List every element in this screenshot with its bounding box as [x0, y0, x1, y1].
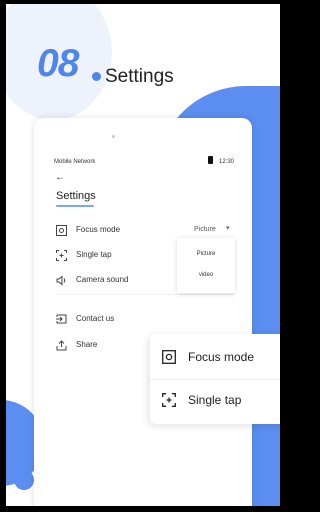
setting-label: Focus mode	[76, 225, 121, 234]
zoom-label: Single tap	[188, 393, 242, 407]
step-dot	[92, 72, 101, 81]
speaker-icon	[56, 275, 66, 286]
setting-label: Camera sound	[76, 275, 129, 284]
zoom-callout-card: Focus mode Single tap	[150, 334, 280, 424]
zoom-label: Focus mode	[188, 350, 255, 364]
zoom-divider	[150, 379, 280, 380]
dropdown-option-video[interactable]: video	[177, 272, 235, 278]
promo-canvas: 08 Settings Mobile Network 12:30 ← Setti…	[6, 4, 280, 506]
page-title: Settings	[105, 66, 174, 87]
camera-dot	[112, 135, 115, 138]
setting-focus-mode[interactable]: Focus mode Picture ▾	[56, 223, 234, 239]
background-dot	[14, 470, 34, 490]
setting-label: Share	[76, 340, 98, 349]
setting-label: Single tap	[76, 250, 112, 259]
focus-mode-dropdown: Picture video	[177, 238, 235, 293]
screen-title: Settings	[56, 190, 96, 202]
status-carrier: Mobile Network	[54, 159, 96, 165]
phone-mockup: Mobile Network 12:30 ← Settings Focus mo…	[34, 118, 252, 506]
status-time: 12:30	[219, 159, 235, 165]
step-number: 08	[37, 42, 79, 85]
section-divider	[56, 294, 234, 295]
chevron-down-icon: ▾	[226, 225, 230, 232]
dropdown-option-picture[interactable]: Picture	[177, 251, 235, 257]
share-icon	[56, 340, 67, 351]
title-underline	[56, 205, 94, 207]
setting-value: Picture	[194, 226, 216, 233]
zoom-single-tap[interactable]: Single tap	[162, 390, 280, 410]
single-tap-icon	[56, 250, 67, 261]
battery-icon	[208, 156, 213, 164]
focus-mode-icon	[162, 350, 176, 364]
setting-label: Contact us	[76, 314, 115, 323]
focus-mode-icon	[56, 225, 67, 236]
single-tap-icon	[162, 393, 176, 407]
zoom-focus-mode[interactable]: Focus mode	[162, 347, 280, 367]
back-arrow-icon[interactable]: ←	[55, 172, 65, 183]
setting-contact-us[interactable]: Contact us	[56, 312, 234, 328]
contact-icon	[56, 314, 67, 324]
